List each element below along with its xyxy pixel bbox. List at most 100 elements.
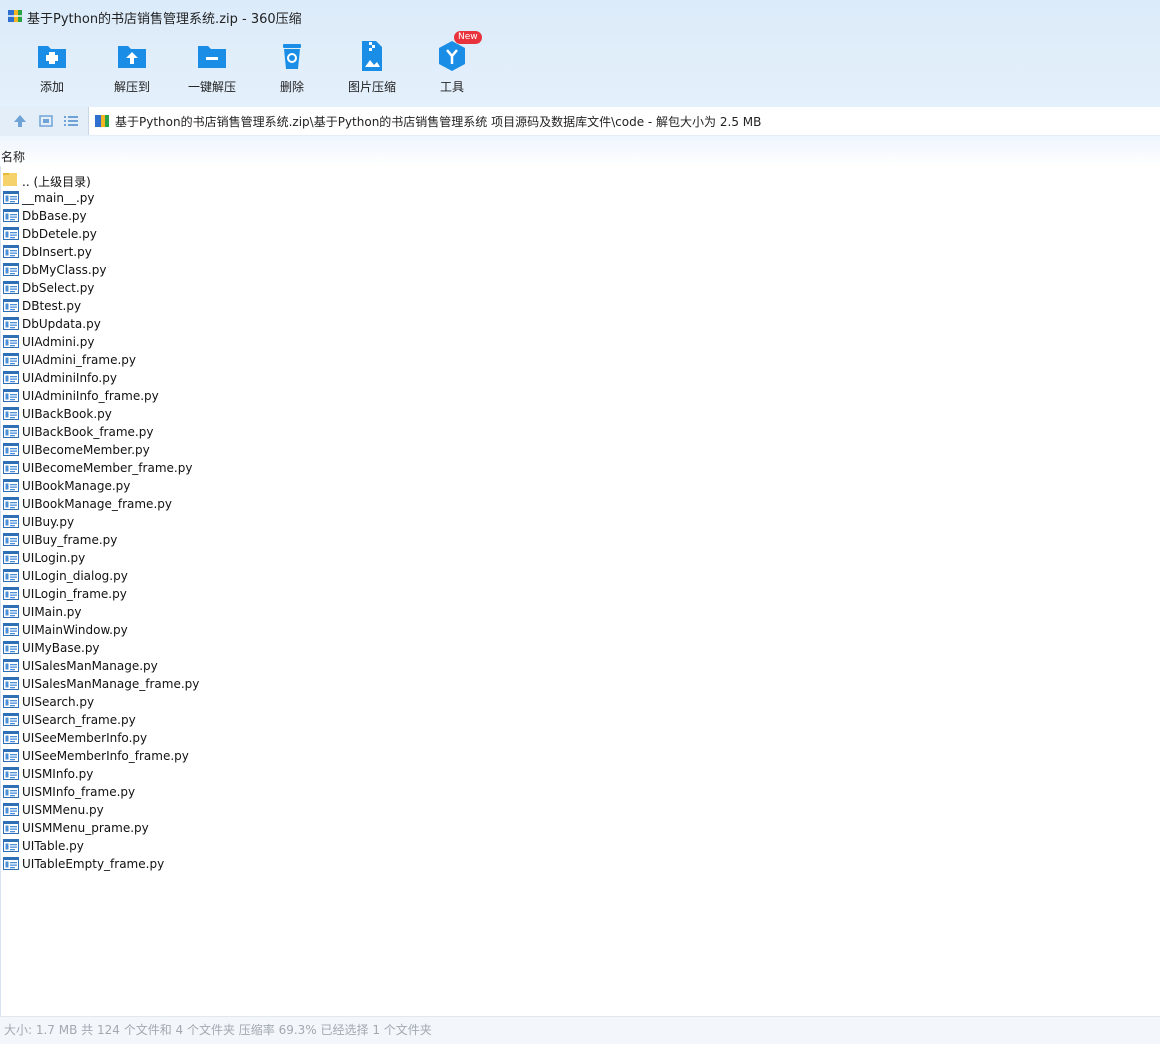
file-name: .. (上级目录) xyxy=(22,175,91,189)
python-file-icon xyxy=(3,659,19,672)
python-file-icon xyxy=(3,497,19,510)
one-click-extract-icon xyxy=(198,46,226,68)
column-name-header[interactable]: 名称 xyxy=(1,148,25,165)
python-file-icon xyxy=(3,785,19,798)
file-name: UISearch.py xyxy=(22,695,95,709)
python-file-icon xyxy=(3,677,19,690)
python-file-icon xyxy=(3,461,19,474)
python-file-icon xyxy=(3,857,19,870)
file-name: UISeeMemberInfo.py xyxy=(22,731,148,745)
python-file-icon xyxy=(3,641,19,654)
file-name: DbInsert.py xyxy=(22,245,92,259)
python-file-icon xyxy=(3,191,19,204)
status-text: 大小: 1.7 MB 共 124 个文件和 4 个文件夹 压缩率 69.3% 已… xyxy=(4,1023,432,1037)
file-name: __main__.py xyxy=(22,191,95,205)
file-name: UIAdmini_frame.py xyxy=(22,353,137,367)
file-name: UITable.py xyxy=(22,839,84,853)
add-folder-icon xyxy=(38,46,66,68)
add-button[interactable]: 添加 xyxy=(12,38,92,98)
archive-icon xyxy=(95,115,109,127)
delete-label: 删除 xyxy=(279,80,304,94)
python-file-icon xyxy=(3,713,19,726)
python-file-icon xyxy=(3,317,19,330)
list-view-icon[interactable] xyxy=(63,113,79,129)
python-file-icon xyxy=(3,353,19,366)
one-click-extract-button[interactable]: 一键解压 xyxy=(172,38,252,98)
file-name: UISMInfo.py xyxy=(22,767,94,781)
add-label: 添加 xyxy=(39,80,64,94)
file-name: UISMMenu_prame.py xyxy=(22,821,149,835)
python-file-icon xyxy=(3,281,19,294)
python-file-icon xyxy=(3,209,19,222)
file-list: .. (上级目录) __main__.py DbBase.py DbDetele.py… xyxy=(0,166,1160,1016)
file-name: UILogin_frame.py xyxy=(22,587,127,601)
address-row: 基于Python的书店销售管理系统.zip\基于Python的书店销售管理系统 … xyxy=(0,107,1160,137)
new-badge: New xyxy=(454,31,482,44)
python-file-icon xyxy=(3,335,19,348)
file-name: UIBookManage_frame.py xyxy=(22,497,172,511)
tools-button[interactable]: New 工具 xyxy=(412,31,492,98)
image-compress-button[interactable]: 图片压缩 xyxy=(332,38,412,98)
file-name: DbDetele.py xyxy=(22,227,97,241)
address-path: 基于Python的书店销售管理系统.zip\基于Python的书店销售管理系统 … xyxy=(115,115,762,129)
python-file-icon xyxy=(3,821,19,834)
python-file-icon xyxy=(3,587,19,600)
file-name: UITableEmpty_frame.py xyxy=(22,857,165,871)
folder-icon xyxy=(3,173,17,186)
python-file-icon xyxy=(3,803,19,816)
python-file-icon xyxy=(3,605,19,618)
python-file-icon xyxy=(3,425,19,438)
file-name: UIMainWindow.py xyxy=(22,623,128,637)
extract-to-button[interactable]: 解压到 xyxy=(92,38,172,98)
python-file-icon xyxy=(3,839,19,852)
python-file-icon xyxy=(3,533,19,546)
image-compress-label: 图片压缩 xyxy=(347,80,396,94)
archive-app-icon xyxy=(8,10,22,22)
file-name: UISMMenu.py xyxy=(22,803,104,817)
image-compress-icon xyxy=(362,41,382,71)
file-name: UISearch_frame.py xyxy=(22,713,136,727)
file-name: DbSelect.py xyxy=(22,281,95,295)
address-bar[interactable]: 基于Python的书店销售管理系统.zip\基于Python的书店销售管理系统 … xyxy=(88,107,1160,135)
window-title: 基于Python的书店销售管理系统.zip - 360压缩 xyxy=(27,12,302,27)
file-name: UILogin.py xyxy=(22,551,86,565)
python-file-icon xyxy=(3,263,19,276)
python-file-icon xyxy=(3,749,19,762)
extract-folder-icon xyxy=(118,46,146,68)
column-header: 名称 xyxy=(0,136,1160,166)
python-file-icon xyxy=(3,551,19,564)
python-file-icon xyxy=(3,623,19,636)
python-file-icon xyxy=(3,371,19,384)
file-name: UIAdminiInfo.py xyxy=(22,371,117,385)
file-name: UIAdminiInfo_frame.py xyxy=(22,389,159,403)
file-name: UISalesManManage_frame.py xyxy=(22,677,200,691)
python-file-icon xyxy=(3,389,19,402)
thumbnail-view-icon[interactable] xyxy=(38,113,54,129)
tools-label: 工具 xyxy=(439,80,464,94)
file-name: UIBuy.py xyxy=(22,515,75,529)
python-file-icon xyxy=(3,767,19,780)
python-file-icon xyxy=(3,227,19,240)
file-name: UIAdmini.py xyxy=(22,335,95,349)
file-name: UIBuy_frame.py xyxy=(22,533,118,547)
arrow-up-icon[interactable] xyxy=(12,113,28,129)
python-file-icon xyxy=(3,695,19,708)
file-name: UISalesManManage.py xyxy=(22,659,158,673)
status-bar: 大小: 1.7 MB 共 124 个文件和 4 个文件夹 压缩率 69.3% 已… xyxy=(0,1016,1160,1044)
file-name: DbMyClass.py xyxy=(22,263,107,277)
delete-button[interactable]: 删除 xyxy=(252,38,332,98)
file-name: DbUpdata.py xyxy=(22,317,101,331)
python-file-icon xyxy=(3,245,19,258)
python-file-icon xyxy=(3,731,19,744)
file-name: UIBackBook.py xyxy=(22,407,112,421)
python-file-icon xyxy=(3,515,19,528)
one-click-extract-label: 一键解压 xyxy=(187,80,236,94)
file-name: UIBecomeMember.py xyxy=(22,443,150,457)
python-file-icon xyxy=(3,299,19,312)
python-file-icon xyxy=(3,407,19,420)
file-name: UILogin_dialog.py xyxy=(22,569,128,583)
file-name: DbBase.py xyxy=(22,209,87,223)
file-name: UIBecomeMember_frame.py xyxy=(22,461,193,475)
file-name: UISeeMemberInfo_frame.py xyxy=(22,749,189,763)
python-file-icon xyxy=(3,443,19,456)
